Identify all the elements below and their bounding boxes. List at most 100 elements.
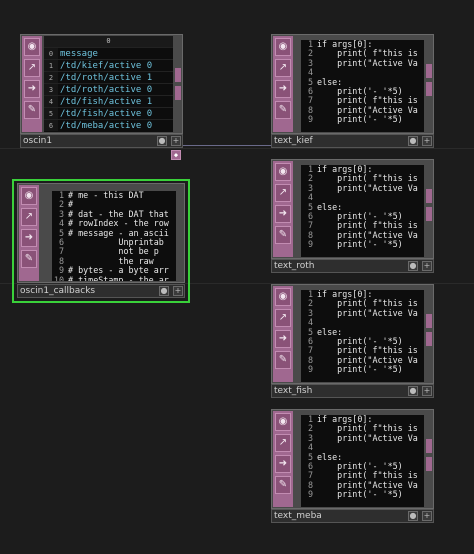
viewer-toggle-icon[interactable]: ● <box>408 136 418 146</box>
python-icon[interactable]: ✎ <box>24 101 40 119</box>
python-icon[interactable]: ✎ <box>21 250 37 268</box>
text-viewer: 1 if args[0]: 2 print( f"this is 3 print("A… <box>301 165 424 257</box>
cook-icon[interactable]: ↗ <box>275 59 291 77</box>
node-sidebar: ◉ ↗ ➜ ✎ <box>22 36 42 132</box>
cell-value: /td/meba/active 0 <box>60 121 153 131</box>
add-icon[interactable]: + <box>422 386 432 396</box>
cook-icon[interactable]: ↗ <box>275 309 291 327</box>
table-row: 4/td/fish/active 1 <box>44 95 173 107</box>
viewer-active-icon[interactable]: ◉ <box>275 413 291 431</box>
column-header: 0 <box>44 36 173 47</box>
viewer-toggle-icon[interactable]: ● <box>408 261 418 271</box>
bypass-arrow-icon[interactable]: ➜ <box>275 80 291 98</box>
scrollbar[interactable] <box>175 68 181 82</box>
text-viewer: 1 # me - this DAT 2 #3 # dat - the DAT that 4… <box>52 191 176 281</box>
bypass-arrow-icon[interactable]: ➜ <box>24 80 40 98</box>
table-row: 2/td/roth/active 1 <box>44 71 173 83</box>
add-icon[interactable]: + <box>422 511 432 521</box>
cell-value: /td/kief/active 0 <box>60 61 153 71</box>
scrollbar[interactable] <box>426 189 432 203</box>
viewer-active-icon[interactable]: ◉ <box>275 288 291 306</box>
code-text: print("Active Va <box>317 307 418 318</box>
code-line: 9 print('- '*5) <box>301 489 424 500</box>
scrollbar[interactable] <box>426 64 432 78</box>
code-line: 10 # timeStamp - the ar <box>52 274 176 281</box>
scrollbar[interactable] <box>426 457 432 471</box>
cook-icon[interactable]: ↗ <box>21 208 37 226</box>
viewer-active-icon[interactable]: ◉ <box>24 38 40 56</box>
cook-icon[interactable]: ↗ <box>24 59 40 77</box>
scrollbar[interactable] <box>426 207 432 221</box>
bypass-arrow-icon[interactable]: ➜ <box>275 205 291 223</box>
node-name: text_fish <box>274 386 313 396</box>
scrollbar[interactable] <box>426 314 432 328</box>
node-name: text_kief <box>274 136 313 146</box>
add-icon[interactable]: + <box>422 136 432 146</box>
add-icon[interactable]: + <box>171 136 181 146</box>
node-oscin1[interactable]: ◉ ↗ ➜ ✎ 0 0 message 1/td/kief/active 0 2/td… <box>20 34 183 148</box>
table-row: 3/td/roth/active 0 <box>44 83 173 95</box>
wire <box>183 145 273 146</box>
row-index: 1 <box>44 60 58 71</box>
viewer-active-icon[interactable]: ◉ <box>275 38 291 56</box>
node-text-meba[interactable]: ◉ ↗ ➜ ✎ 1 if args[0]: 2 print( f"this is 3 … <box>271 409 434 523</box>
row-index: 5 <box>44 108 58 119</box>
viewer-toggle-icon[interactable]: ● <box>408 386 418 396</box>
line-number: 9 <box>307 489 313 500</box>
table-row: 5/td/fish/active 0 <box>44 107 173 119</box>
line-number: 10 <box>53 274 64 281</box>
scrollbar[interactable] <box>426 439 432 453</box>
node-text-roth[interactable]: ◉ ↗ ➜ ✎ 1 if args[0]: 2 print( f"this is 3 … <box>271 159 434 273</box>
code-line: 3 print("Active Va <box>301 432 424 443</box>
table-row: 0 message <box>44 47 173 59</box>
code-line: 9 print('- '*5) <box>301 114 424 125</box>
python-icon[interactable]: ✎ <box>275 226 291 244</box>
row-index: 3 <box>44 84 58 95</box>
scrollbar[interactable] <box>426 82 432 96</box>
bypass-arrow-icon[interactable]: ➜ <box>275 330 291 348</box>
node-sidebar: ◉ ↗ ➜ ✎ <box>273 161 293 257</box>
node-text-kief[interactable]: ◉ ↗ ➜ ✎ 1 if args[0]: 2 print( f"this is 3 … <box>271 34 434 148</box>
add-icon[interactable]: + <box>173 286 183 296</box>
text-viewer: 1 if args[0]: 2 print( f"this is 3 print("A… <box>301 415 424 507</box>
viewer-toggle-icon[interactable]: ● <box>159 286 169 296</box>
python-icon[interactable]: ✎ <box>275 101 291 119</box>
scrollbar[interactable] <box>175 86 181 100</box>
viewer-toggle-icon[interactable]: ● <box>408 511 418 521</box>
viewer-active-icon[interactable]: ◉ <box>275 163 291 181</box>
cook-icon[interactable]: ↗ <box>275 184 291 202</box>
output-connector-icon[interactable]: ◆ <box>171 150 181 160</box>
text-viewer: 1 if args[0]: 2 print( f"this is 3 print("A… <box>301 290 424 382</box>
code-text: # me - this DAT <box>68 191 144 200</box>
code-text: print('- '*5) <box>317 364 403 375</box>
cell-value: /td/fish/active 1 <box>60 97 153 107</box>
scrollbar[interactable] <box>426 332 432 346</box>
code-text: print("Active Va <box>317 432 418 443</box>
node-sidebar: ◉ ↗ ➜ ✎ <box>273 36 293 132</box>
row-index: 6 <box>44 120 58 131</box>
code-text: print('- '*5) <box>317 114 403 125</box>
code-line: 3 print("Active Va <box>301 182 424 193</box>
code-text: # timeStamp - the ar <box>68 274 169 281</box>
add-icon[interactable]: + <box>422 261 432 271</box>
code-text: print("Active Va <box>317 182 418 193</box>
bypass-arrow-icon[interactable]: ➜ <box>275 455 291 473</box>
viewer-toggle-icon[interactable]: ● <box>157 136 167 146</box>
node-oscin1-callbacks[interactable]: ◉ ↗ ➜ ✎ 1 # me - this DAT 2 #3 # dat - the D… <box>17 183 185 299</box>
python-icon[interactable]: ✎ <box>275 351 291 369</box>
table-viewer: 0 0 message 1/td/kief/active 0 2/td/roth/ac… <box>44 36 173 132</box>
row-index: 0 <box>44 48 58 59</box>
node-sidebar: ◉ ↗ ➜ ✎ <box>273 411 293 507</box>
code-text: print('- '*5) <box>317 489 403 500</box>
node-name: text_roth <box>274 261 315 271</box>
python-icon[interactable]: ✎ <box>275 476 291 494</box>
table-row: 1/td/kief/active 0 <box>44 59 173 71</box>
bypass-arrow-icon[interactable]: ➜ <box>21 229 37 247</box>
row-index: 4 <box>44 96 58 107</box>
line-number: 9 <box>307 239 313 250</box>
code-line: 3 print("Active Va <box>301 58 424 68</box>
cook-icon[interactable]: ↗ <box>275 434 291 452</box>
node-text-fish[interactable]: ◉ ↗ ➜ ✎ 1 if args[0]: 2 print( f"this is 3 … <box>271 284 434 398</box>
cell-value: /td/roth/active 1 <box>60 73 153 83</box>
viewer-active-icon[interactable]: ◉ <box>21 187 37 205</box>
